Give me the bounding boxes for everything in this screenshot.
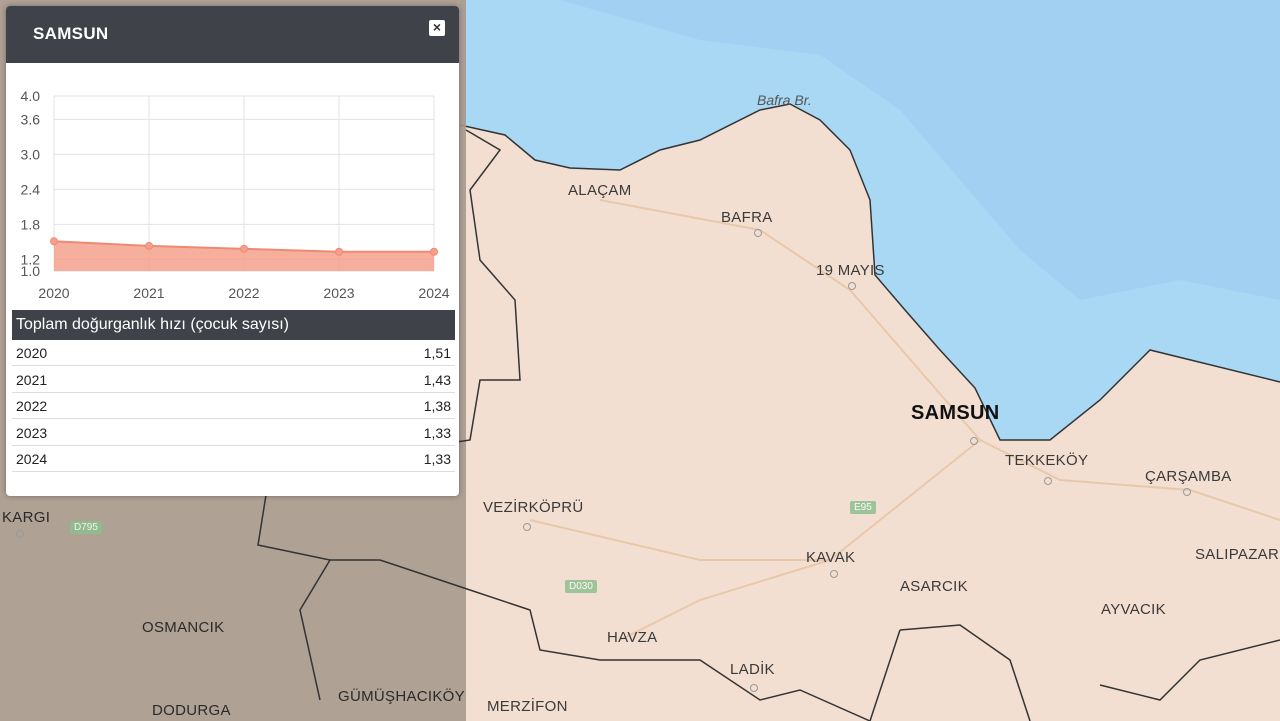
data-point [335, 247, 343, 256]
table-row: 2021 1,43 [12, 367, 455, 393]
row-value: 1,51 [423, 345, 451, 361]
close-icon[interactable]: × [429, 20, 445, 36]
place-carsamba: ÇARŞAMBA [1145, 468, 1232, 485]
row-year: 2022 [16, 398, 48, 414]
place-dodurga: DODURGA [152, 702, 231, 719]
place-tekkekoy: TEKKEKÖY [1005, 452, 1089, 469]
town-dot [754, 229, 762, 237]
place-ladik: LADİK [730, 661, 775, 678]
place-alacam: ALAÇAM [568, 182, 632, 199]
town-dot [1044, 477, 1052, 485]
y-tick-label: 2.4 [21, 181, 41, 197]
data-point [50, 237, 58, 246]
row-value: 1,38 [423, 398, 451, 414]
town-dot [1183, 488, 1191, 496]
x-tick-label: 2021 [133, 285, 164, 301]
sea-label-bafra: Bafra Br. [757, 92, 812, 108]
row-year: 2020 [16, 345, 48, 361]
place-kargi: KARGI [2, 509, 51, 526]
town-dot [750, 684, 758, 692]
y-tick-label: 3.0 [21, 146, 41, 162]
place-samsun: SAMSUN [911, 402, 1000, 424]
town-dot [970, 437, 978, 445]
place-vezirkopru: VEZİRKÖPRÜ [483, 499, 584, 516]
y-tick-label: 3.6 [21, 111, 41, 127]
place-asarcik: ASARCIK [900, 578, 968, 595]
table-header: Toplam doğurganlık hızı (çocuk sayısı) [12, 310, 455, 340]
row-year: 2023 [16, 425, 48, 441]
row-value: 1,33 [423, 451, 451, 467]
y-tick-label: 1.0 [21, 263, 41, 279]
place-gumushacikoy: GÜMÜŞHACIKÖY [338, 688, 465, 705]
row-value: 1,33 [423, 425, 451, 441]
town-dot [848, 282, 856, 290]
table-row: 2020 1,51 [12, 340, 455, 366]
y-tick-label: 1.8 [21, 216, 41, 232]
road-e95: E95 [850, 501, 876, 514]
y-tick-label: 4.0 [21, 88, 41, 104]
data-point [240, 244, 248, 253]
town-dot [830, 570, 838, 578]
town-dot [523, 523, 531, 531]
row-value: 1,43 [423, 372, 451, 388]
road-d030: D030 [565, 580, 597, 593]
place-salipazari: SALIPAZARI [1195, 546, 1280, 563]
place-havza: HAVZA [607, 629, 658, 646]
info-popup: SAMSUN × 4.0 3.6 3.0 2.4 1.8 1.2 1.0 2020 2021 20… [6, 6, 459, 496]
place-19-mayis: 19 MAYIS [816, 262, 885, 279]
popup-title: SAMSUN [33, 24, 109, 43]
table-row: 2022 1,38 [12, 393, 455, 419]
place-merzifon: MERZİFON [487, 698, 568, 715]
x-tick-label: 2024 [418, 285, 449, 301]
row-year: 2021 [16, 372, 48, 388]
fertility-chart: 4.03.63.02.41.81.21.02020 2021 2022 2023 202… [21, 88, 450, 301]
x-tick-label: 2020 [38, 285, 69, 301]
data-point [430, 247, 438, 256]
data-point [145, 241, 153, 250]
place-ayvacik: AYVACIK [1101, 601, 1166, 618]
x-tick-label: 2022 [228, 285, 259, 301]
place-kavak: KAVAK [806, 549, 856, 566]
place-osmancik: OSMANCIK [142, 619, 225, 636]
road-d795: D795 [70, 521, 102, 534]
x-tick-label: 2023 [323, 285, 354, 301]
table-row: 2023 1,33 [12, 420, 455, 446]
place-bafra: BAFRA [721, 209, 773, 226]
table-row: 2024 1,33 [12, 446, 455, 472]
town-dot [16, 530, 24, 538]
popup-header: SAMSUN × [6, 6, 459, 63]
row-year: 2024 [16, 451, 48, 467]
